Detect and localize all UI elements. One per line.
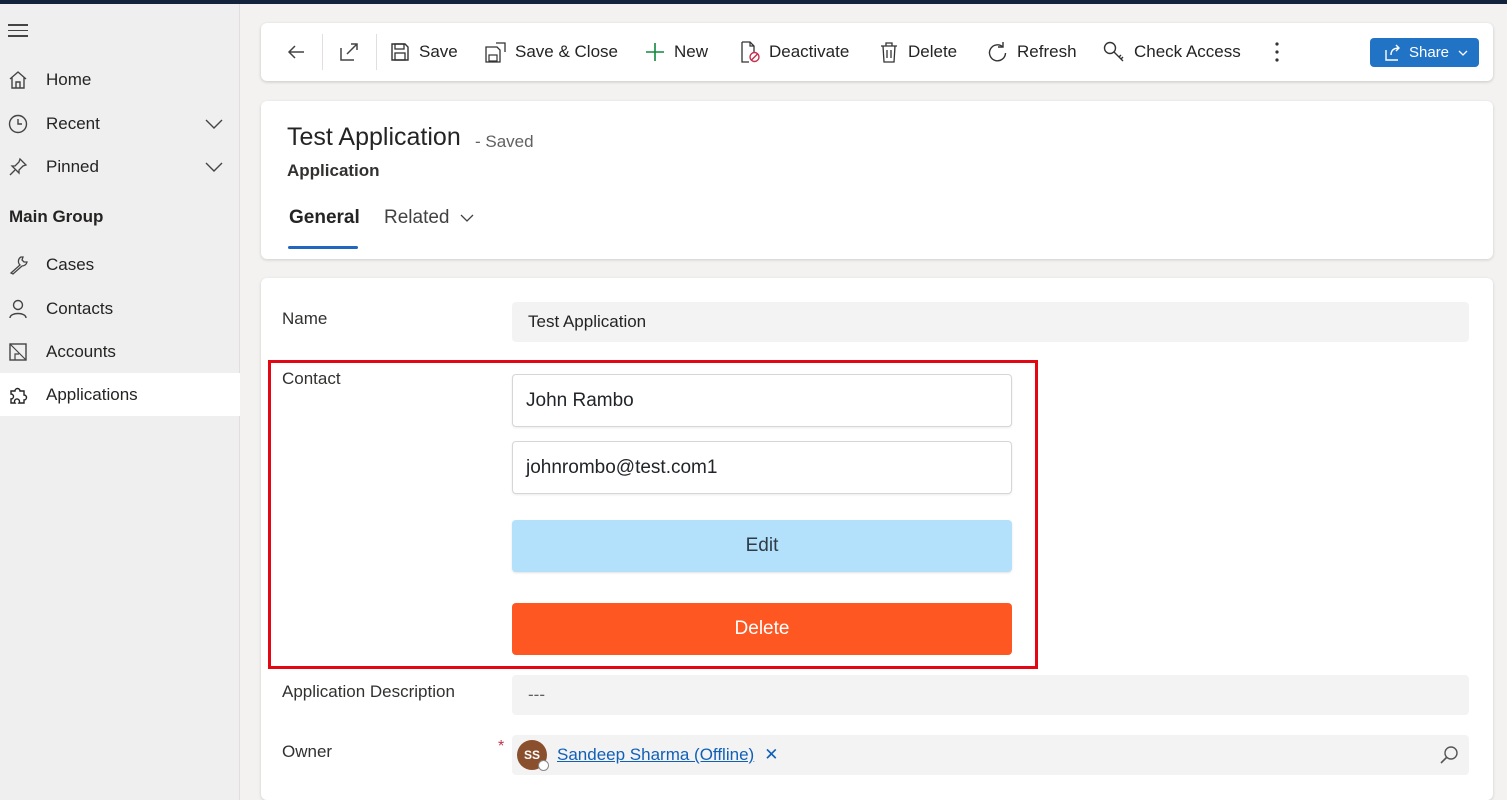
- sitemap-sidebar: Home Recent Pinned Main Group Cases Cont…: [0, 4, 240, 800]
- pin-icon: [9, 157, 28, 176]
- delete-label: Delete: [908, 42, 958, 61]
- save-and-close-button[interactable]: Save & Close: [485, 23, 618, 81]
- sidebar-item-applications[interactable]: Applications: [0, 373, 240, 416]
- search-icon[interactable]: [1439, 745, 1459, 765]
- key-icon: [1103, 41, 1124, 62]
- owner-name-link[interactable]: Sandeep Sharma (Offline): [557, 745, 754, 765]
- delete-contact-button[interactable]: Delete: [512, 603, 1012, 655]
- share-label: Share: [1409, 44, 1450, 61]
- sidebar-item-label: Cases: [46, 254, 95, 274]
- sidebar-item-cases[interactable]: Cases: [0, 243, 240, 286]
- delete-button[interactable]: Delete: [879, 23, 957, 81]
- name-label: Name: [282, 309, 328, 328]
- hamburger-menu-icon[interactable]: [8, 24, 30, 40]
- sidebar-item-label: Applications: [46, 384, 138, 404]
- puzzle-icon: [10, 387, 28, 404]
- name-field[interactable]: Test Application: [512, 302, 1469, 342]
- save-and-close-label: Save & Close: [515, 42, 618, 61]
- refresh-icon: [988, 41, 1007, 61]
- command-bar: Save Save & Close New Deactivate Delete: [261, 23, 1493, 81]
- refresh-label: Refresh: [1017, 42, 1077, 61]
- tab-selected-indicator: [288, 246, 358, 249]
- avatar-initials: SS: [523, 748, 540, 762]
- check-access-button[interactable]: Check Access: [1103, 23, 1241, 81]
- required-indicator: *: [498, 738, 505, 755]
- sidebar-item-recent[interactable]: Recent: [0, 102, 240, 145]
- sidebar-item-pinned[interactable]: Pinned: [0, 145, 240, 188]
- new-button[interactable]: New: [645, 23, 708, 81]
- chevron-down-icon[interactable]: [204, 114, 224, 134]
- sidebar-item-home[interactable]: Home: [0, 58, 240, 101]
- tab-related-label: Related: [384, 207, 450, 228]
- contact-label: Contact: [282, 369, 341, 388]
- sidebar-item-contacts[interactable]: Contacts: [0, 287, 240, 330]
- tab-general[interactable]: General: [289, 207, 360, 229]
- contact-email-field[interactable]: johnrombo@test.com1: [512, 441, 1012, 494]
- pop-out-icon: [340, 43, 358, 61]
- sidebar-item-label: Home: [46, 69, 92, 89]
- owner-lookup-chip[interactable]: SS Sandeep Sharma (Offline) ✕: [517, 740, 778, 771]
- owner-label: Owner: [282, 742, 333, 761]
- deactivate-label: Deactivate: [769, 42, 850, 61]
- contact-name-field[interactable]: John Rambo: [512, 374, 1012, 427]
- avatar: SS: [517, 740, 549, 771]
- share-button[interactable]: Share: [1370, 38, 1479, 67]
- sidebar-item-label: Pinned: [46, 156, 99, 176]
- remove-owner-icon[interactable]: ✕: [764, 745, 778, 765]
- presence-offline-icon: [538, 760, 549, 771]
- wrench-icon: [9, 256, 28, 275]
- plus-icon: [646, 43, 664, 61]
- sidebar-item-label: Contacts: [46, 298, 114, 318]
- record-entity-name: Application: [287, 161, 380, 180]
- toolbar-divider: [376, 34, 377, 70]
- sidebar-item-label: Accounts: [46, 341, 116, 361]
- record-header: Test Application - Saved Application Gen…: [261, 101, 1493, 259]
- save-icon: [391, 43, 409, 61]
- description-label: Application Description: [282, 682, 455, 701]
- clock-icon: [8, 114, 28, 134]
- refresh-button[interactable]: Refresh: [987, 23, 1077, 81]
- back-arrow-icon: [287, 45, 304, 59]
- more-commands-button[interactable]: [1271, 23, 1292, 81]
- new-label: New: [674, 42, 709, 61]
- person-icon: [9, 299, 27, 319]
- edit-contact-button[interactable]: Edit: [512, 520, 1012, 572]
- back-button[interactable]: [285, 23, 316, 81]
- deactivate-button[interactable]: Deactivate: [739, 23, 849, 81]
- open-in-new-window-button[interactable]: [338, 23, 369, 81]
- save-label: Save: [419, 42, 458, 61]
- save-button[interactable]: Save: [390, 23, 458, 81]
- record-save-status: - Saved: [475, 132, 534, 151]
- sidebar-item-label: Recent: [46, 113, 100, 133]
- sidebar-item-accounts[interactable]: Accounts: [0, 330, 240, 373]
- chevron-down-icon: [1458, 50, 1468, 56]
- more-vertical-icon: [1275, 42, 1279, 62]
- deactivate-document-icon: [741, 41, 760, 63]
- building-icon: [9, 343, 27, 361]
- trash-icon: [881, 41, 897, 63]
- record-title: Test Application: [287, 123, 461, 151]
- check-access-label: Check Access: [1134, 42, 1241, 61]
- description-field[interactable]: ---: [512, 675, 1469, 715]
- toolbar-divider: [322, 34, 323, 70]
- chevron-down-icon: [460, 214, 473, 222]
- save-and-close-icon: [485, 41, 506, 63]
- chevron-down-icon[interactable]: [204, 157, 224, 177]
- home-icon: [9, 71, 27, 89]
- share-icon: [1385, 44, 1400, 61]
- sidebar-group-label: Main Group: [9, 207, 104, 226]
- form-section: Name Test Application Contact John Rambo…: [261, 278, 1493, 800]
- tab-related[interactable]: Related: [384, 207, 475, 229]
